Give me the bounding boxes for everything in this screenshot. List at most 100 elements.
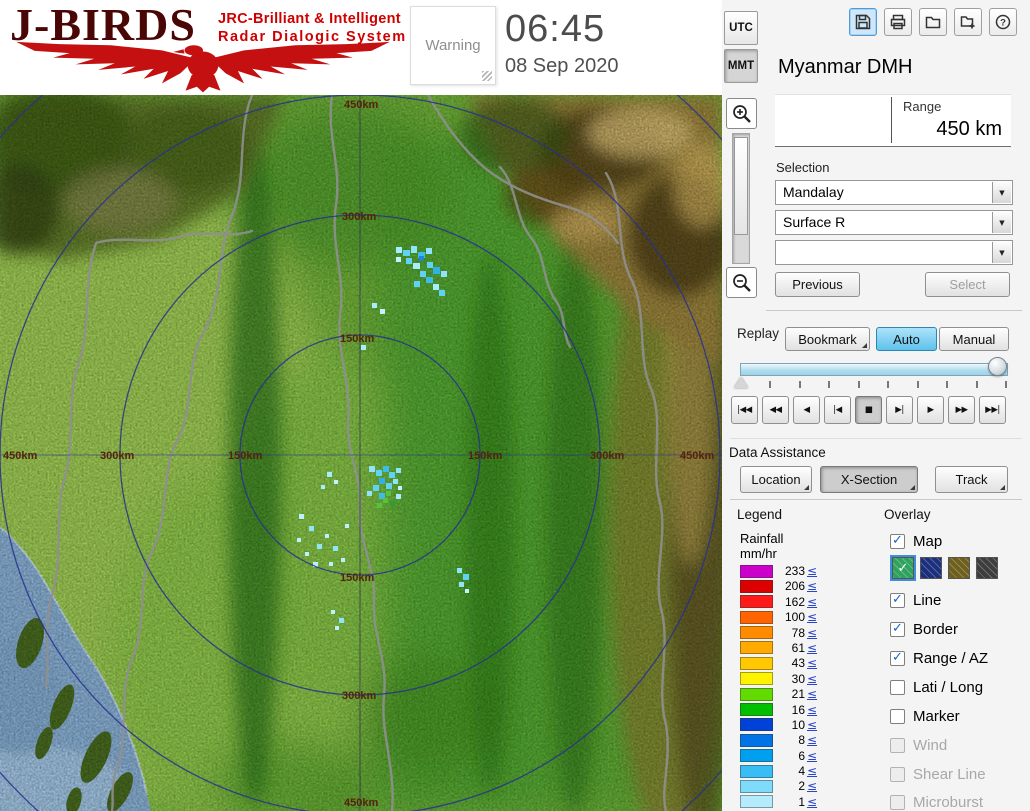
clock-date: 08 Sep 2020 [505, 55, 619, 77]
utc-button[interactable]: UTC [724, 11, 758, 45]
checkbox[interactable]: ✓ [890, 592, 905, 608]
map-style-gray[interactable] [976, 557, 998, 579]
svg-text:150km: 150km [228, 450, 262, 462]
stop-button[interactable]: ■ [855, 396, 882, 424]
overlay-item-map[interactable]: ✓ Map [890, 531, 942, 551]
chevron-down-icon[interactable]: ▼ [992, 242, 1011, 263]
map-style-olive[interactable] [948, 557, 970, 579]
overlay-label-text: Map [913, 532, 943, 550]
svg-text:150km: 150km [468, 450, 502, 462]
manual-mode-button[interactable]: Manual [939, 327, 1009, 351]
legend-lte-symbol[interactable]: ≤ [807, 687, 817, 701]
legend-row: 78 ≤ [740, 626, 858, 640]
step-forward-button[interactable]: ▶| [886, 396, 913, 424]
clock-time: 06:45 [505, 8, 606, 50]
radar-map-svg: 450km 300km 150km 150km 300km 450km 450k… [0, 95, 722, 811]
export-button[interactable] [954, 8, 982, 36]
zoom-out-button[interactable] [726, 267, 757, 298]
legend-lte-symbol[interactable]: ≤ [807, 733, 817, 747]
track-button[interactable]: Track [935, 466, 1008, 493]
auto-mode-button[interactable]: Auto [876, 327, 937, 351]
play-reverse-button[interactable]: ◀ [793, 396, 820, 424]
help-button[interactable]: ? [989, 8, 1017, 36]
checkbox[interactable] [890, 708, 905, 724]
skip-to-end-button[interactable]: ▶▶| [979, 396, 1006, 424]
select-button[interactable]: Select [925, 272, 1010, 297]
chevron-down-icon[interactable]: ▼ [992, 212, 1011, 233]
overlay-item-marker[interactable]: Marker [890, 706, 960, 726]
checkbox[interactable]: ✓ [890, 533, 905, 549]
bookmark-button-label: Bookmark [798, 331, 857, 347]
resize-grip-icon[interactable] [482, 71, 492, 81]
checkbox[interactable]: ✓ [890, 650, 905, 666]
legend-row: 43 ≤ [740, 656, 858, 670]
toolbar: ? [849, 8, 1017, 36]
chevron-down-icon[interactable]: ▼ [992, 182, 1011, 203]
overlay-label-text: Shear Line [913, 765, 986, 783]
submenu-arrow-icon [862, 343, 867, 348]
legend-color-swatch [740, 610, 773, 624]
overlay-item-range-az[interactable]: ✓ Range / AZ [890, 648, 988, 668]
site-dropdown[interactable]: Mandalay ▼ [775, 180, 1013, 205]
legend-lte-symbol[interactable]: ≤ [807, 764, 817, 778]
checkbox[interactable]: ✓ [890, 621, 905, 637]
step-backward-button[interactable]: |◀ [824, 396, 851, 424]
checkbox[interactable] [890, 679, 905, 695]
print-button[interactable] [884, 8, 912, 36]
playback-controls: |◀◀ ◀◀ ◀ |◀ ■ ▶| ▶ ▶▶ ▶▶| [731, 396, 1006, 424]
timeline-slider[interactable] [740, 363, 1008, 376]
previous-button[interactable]: Previous [775, 272, 860, 297]
mmt-button[interactable]: MMT [724, 49, 758, 83]
legend-color-swatch [740, 795, 773, 809]
timeline-ticks [769, 381, 1007, 388]
fast-forward-button[interactable]: ▶▶ [948, 396, 975, 424]
folder-icon [925, 16, 941, 29]
zoom-in-button[interactable] [726, 98, 757, 129]
overlay-item-shear-line: Shear Line [890, 764, 986, 784]
legend-lte-symbol[interactable]: ≤ [807, 779, 817, 793]
legend-lte-symbol[interactable]: ≤ [807, 595, 817, 609]
legend-lte-symbol[interactable]: ≤ [807, 656, 817, 670]
overlay-options: ✓ Map ✓ ✓ Line ✓ Border ✓ Range / AZ Lat… [890, 531, 1030, 811]
legend-lte-symbol[interactable]: ≤ [807, 579, 817, 593]
overlay-item-border[interactable]: ✓ Border [890, 619, 958, 639]
bookmark-button[interactable]: Bookmark [785, 327, 870, 351]
replay-label: Replay [737, 326, 780, 341]
svg-text:300km: 300km [342, 690, 376, 702]
location-button[interactable]: Location [740, 466, 812, 493]
jbirds-logo: J-BIRDS JRC-Brilliant & Intelligent Rada… [8, 0, 408, 94]
legend-lte-symbol[interactable]: ≤ [807, 749, 817, 763]
open-folder-button[interactable] [919, 8, 947, 36]
radar-map[interactable]: 450km 300km 150km 150km 300km 450km 450k… [0, 95, 722, 811]
legend-value: 21 [791, 687, 805, 702]
svg-text:450km: 450km [680, 450, 714, 462]
legend-lte-symbol[interactable]: ≤ [807, 795, 817, 809]
warning-button[interactable]: Warning [410, 6, 496, 85]
fast-rewind-button[interactable]: ◀◀ [762, 396, 789, 424]
play-button[interactable]: ▶ [917, 396, 944, 424]
overlay-item-lati-long[interactable]: Lati / Long [890, 677, 983, 697]
x-section-button[interactable]: X-Section [820, 466, 918, 493]
legend-color-swatch [740, 672, 773, 686]
legend-lte-symbol[interactable]: ≤ [807, 672, 817, 686]
skip-to-start-button[interactable]: |◀◀ [731, 396, 758, 424]
legend-lte-symbol[interactable]: ≤ [807, 718, 817, 732]
product-dropdown[interactable]: Surface R ▼ [775, 210, 1013, 235]
map-style-green[interactable]: ✓ [890, 555, 916, 581]
extra-dropdown[interactable]: ▼ [775, 240, 1013, 265]
legend-lte-symbol[interactable]: ≤ [807, 641, 817, 655]
map-style-navy[interactable] [920, 557, 942, 579]
legend-lte-symbol[interactable]: ≤ [807, 610, 817, 624]
legend-row: 162 ≤ [740, 595, 858, 609]
zoom-slider-thumb[interactable] [734, 137, 748, 235]
legend-value: 4 [798, 764, 805, 779]
zoom-slider[interactable] [732, 133, 750, 264]
timeline-slider-handle[interactable] [988, 357, 1007, 376]
legend-row: 10 ≤ [740, 718, 858, 732]
rainfall-legend: 233 ≤ 206 ≤ 162 ≤ 100 ≤ 78 ≤ 61 ≤ 43 ≤ 30 ≤ 21 ≤ … [740, 564, 858, 809]
legend-lte-symbol[interactable]: ≤ [807, 703, 817, 717]
overlay-item-line[interactable]: ✓ Line [890, 590, 941, 610]
legend-lte-symbol[interactable]: ≤ [807, 564, 817, 578]
legend-lte-symbol[interactable]: ≤ [807, 626, 817, 640]
save-button[interactable] [849, 8, 877, 36]
